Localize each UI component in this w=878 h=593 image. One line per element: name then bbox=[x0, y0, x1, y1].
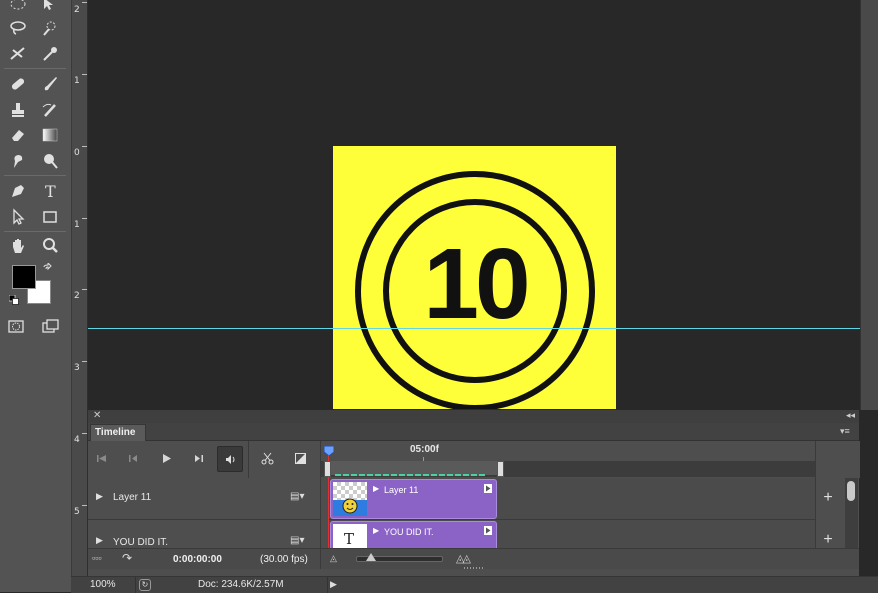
ruler-label: 0 bbox=[74, 148, 80, 158]
add-media-plus-icon[interactable]: + bbox=[821, 532, 835, 548]
healing-brush-tool-icon[interactable] bbox=[6, 73, 30, 95]
guide-line[interactable] bbox=[88, 328, 860, 329]
film-strip-menu-icon[interactable]: ▤▾ bbox=[290, 535, 304, 546]
scrollbar-thumb[interactable] bbox=[847, 481, 855, 501]
svg-text:T: T bbox=[344, 530, 354, 548]
clip-label: YOU DID IT. bbox=[384, 527, 434, 537]
move-tool-icon[interactable] bbox=[38, 0, 62, 15]
ruler-label: 3 bbox=[74, 363, 80, 373]
timecode-display: 0:00:00:00 bbox=[173, 554, 222, 565]
split-clip-scissors-icon[interactable] bbox=[256, 447, 278, 469]
foreground-color-swatch-top[interactable] bbox=[12, 265, 36, 289]
status-menu-arrow-icon[interactable]: ▶ bbox=[330, 579, 337, 590]
close-panel-icon[interactable]: ✕ bbox=[93, 410, 101, 421]
collapse-panel-icon[interactable]: ◂◂ bbox=[846, 410, 855, 421]
clip-options-icon[interactable] bbox=[484, 526, 492, 535]
previous-frame-icon[interactable] bbox=[122, 447, 144, 469]
lasso-tool-icon[interactable] bbox=[6, 17, 30, 39]
timeline-tab-bar: ▾≡ bbox=[88, 423, 859, 441]
zoom-out-timeline-icon[interactable]: ◬ bbox=[330, 553, 337, 564]
audio-toggle-button[interactable] bbox=[217, 446, 243, 472]
work-area-start-handle[interactable] bbox=[324, 461, 331, 477]
ruler-label: 4 bbox=[74, 435, 80, 445]
zoom-tool-icon[interactable] bbox=[38, 235, 62, 257]
history-brush-tool-icon[interactable] bbox=[38, 99, 62, 121]
path-selection-tool-icon[interactable] bbox=[6, 206, 30, 228]
swap-colors-icon[interactable] bbox=[42, 261, 54, 275]
vertical-scrollbar[interactable] bbox=[845, 478, 858, 548]
expand-layer-icon[interactable]: ▶ bbox=[96, 491, 103, 502]
render-video-icon[interactable]: ↷ bbox=[122, 551, 132, 565]
film-strip-menu-icon[interactable]: ▤▾ bbox=[290, 491, 304, 502]
fps-display: (30.00 fps) bbox=[260, 554, 308, 565]
clone-stamp-tool-icon[interactable] bbox=[6, 99, 30, 121]
clip-expand-icon[interactable]: ▶ bbox=[373, 526, 379, 535]
default-colors-icon[interactable] bbox=[8, 294, 19, 305]
tools-panel: T bbox=[0, 0, 72, 592]
svg-text:T: T bbox=[45, 182, 56, 200]
layer-row[interactable]: ▶ Layer 11 ▤▾ bbox=[88, 478, 320, 520]
quick-select-tool-icon[interactable] bbox=[38, 17, 62, 39]
expand-layer-icon[interactable]: ▶ bbox=[96, 535, 103, 546]
ruler-label: 2 bbox=[74, 291, 80, 301]
rectangle-tool-icon[interactable] bbox=[38, 206, 62, 228]
playhead-icon[interactable] bbox=[323, 445, 335, 457]
share-icon[interactable]: ↻ bbox=[139, 579, 151, 591]
layer-name: YOU DID IT. bbox=[113, 537, 169, 548]
tab-timeline[interactable]: Timeline bbox=[90, 424, 146, 441]
ruler-label: 1 bbox=[74, 220, 80, 230]
text-clip-thumbnail: T bbox=[333, 524, 367, 548]
ruler-label: 5 bbox=[74, 507, 80, 517]
vertical-ruler: 2 1 0 1 2 3 4 5 bbox=[72, 0, 88, 576]
quick-mask-icon[interactable] bbox=[4, 315, 28, 337]
eraser-tool-icon[interactable] bbox=[6, 124, 30, 146]
ruler-label: 2 bbox=[74, 5, 80, 15]
layer-name: Layer 11 bbox=[113, 492, 152, 503]
pen-tool-icon[interactable] bbox=[6, 180, 30, 202]
status-bar: 100% ↻ Doc: 234.6K/2.57M ▶ bbox=[71, 576, 878, 593]
time-marker-label: 05:00f bbox=[410, 444, 439, 455]
time-ruler[interactable]: 05:00f bbox=[321, 441, 815, 463]
text-clip[interactable]: T ▶ YOU DID IT. bbox=[330, 521, 497, 548]
play-icon[interactable] bbox=[155, 447, 177, 469]
artboard[interactable]: 10 bbox=[333, 146, 616, 409]
next-frame-icon[interactable] bbox=[187, 447, 209, 469]
frame-animation-icon[interactable]: ▫▫▫ bbox=[92, 553, 102, 563]
zoom-level[interactable]: 100% bbox=[90, 579, 116, 590]
dodge-tool-icon[interactable] bbox=[38, 150, 62, 172]
eyedropper-tool-icon[interactable] bbox=[38, 43, 62, 65]
crop-tool-icon[interactable] bbox=[6, 43, 30, 65]
add-media-plus-icon[interactable]: + bbox=[821, 490, 835, 506]
timeline-panel-header: ✕ ◂◂ bbox=[88, 410, 859, 423]
type-tool-icon[interactable]: T bbox=[38, 180, 62, 202]
timeline-footer: ▫▫▫ ↷ 0:00:00:00 (30.00 fps) ◬ ◬◬ bbox=[88, 548, 859, 569]
ruler-label: 1 bbox=[74, 76, 80, 86]
go-to-first-frame-icon[interactable] bbox=[90, 447, 112, 469]
countdown-number: 10 bbox=[423, 228, 530, 340]
document-size: Doc: 234.6K/2.57M bbox=[198, 579, 284, 590]
clip-label: Layer 11 bbox=[384, 485, 419, 495]
zoom-in-timeline-icon[interactable]: ◬◬ bbox=[456, 552, 471, 565]
marquee-tool-icon[interactable] bbox=[6, 0, 30, 15]
brush-tool-icon[interactable] bbox=[38, 73, 62, 95]
smudge-tool-icon[interactable] bbox=[6, 150, 30, 172]
panel-menu-icon[interactable]: ▾≡ bbox=[840, 426, 850, 437]
work-area-bar[interactable] bbox=[321, 461, 815, 477]
zoom-slider-thumb[interactable] bbox=[366, 553, 376, 561]
clip-expand-icon[interactable]: ▶ bbox=[373, 484, 379, 493]
hand-tool-icon[interactable] bbox=[6, 235, 30, 257]
video-clip[interactable]: ▶ Layer 11 bbox=[330, 479, 497, 519]
work-area-end-handle[interactable] bbox=[497, 461, 504, 477]
right-panel-strip bbox=[860, 0, 878, 410]
gradient-tool-icon[interactable] bbox=[38, 124, 62, 146]
transition-icon[interactable] bbox=[289, 447, 311, 469]
clip-thumbnail bbox=[333, 482, 367, 516]
clip-options-icon[interactable] bbox=[484, 484, 492, 493]
screen-mode-icon[interactable] bbox=[38, 315, 62, 337]
